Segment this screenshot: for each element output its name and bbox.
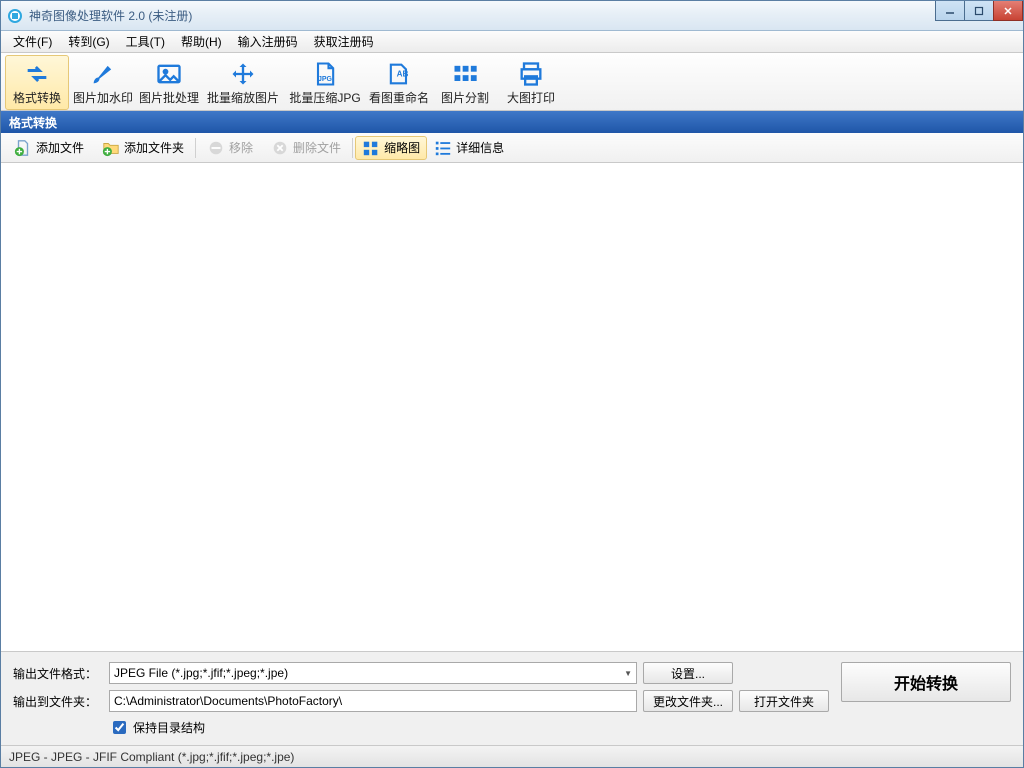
status-bar: JPEG - JPEG - JFIF Compliant (*.jpg;*.jf… [1,745,1023,767]
add-folder-button[interactable]: 添加文件夹 [93,136,193,160]
menu-tools[interactable]: 工具(T) [118,31,173,52]
grid-icon [451,58,479,89]
file-list-area[interactable] [1,163,1023,651]
status-text: JPEG - JPEG - JFIF Compliant (*.jpg;*.jf… [9,750,294,764]
toolbar-label: 看图重命名 [369,89,429,109]
tool-batch-process[interactable]: 图片批处理 [137,55,201,110]
chevron-down-icon: ▼ [624,669,632,678]
sub-toolbar: 添加文件 添加文件夹 移除 删除文件 缩略图 详细信息 [1,133,1023,163]
tool-batch-compress-jpg[interactable]: JPG 批量压缩JPG [285,55,365,110]
menu-help[interactable]: 帮助(H) [173,31,230,52]
title-bar: 神奇图像处理软件 2.0 (未注册) [1,1,1023,31]
remove-button: 移除 [198,136,262,160]
menu-get-reg[interactable]: 获取注册码 [306,31,382,52]
output-form: 输出文件格式： JPEG File (*.jpg;*.jfif;*.jpeg;*… [13,662,829,737]
detail-view-button[interactable]: 详细信息 [427,136,511,160]
printer-icon [517,58,545,89]
remove-label: 移除 [229,139,253,156]
tool-format-convert[interactable]: 格式转换 [5,55,69,110]
maximize-button[interactable] [964,1,994,21]
keep-dir-label: 保持目录结构 [133,719,205,736]
app-window: 神奇图像处理软件 2.0 (未注册) 文件(F) 转到(G) 工具(T) 帮助(… [0,0,1024,768]
convert-icon [23,58,51,89]
add-file-label: 添加文件 [36,139,84,156]
main-toolbar: 格式转换 图片加水印 图片批处理 批量缩放图片 JPG 批量压缩JPG AB 看… [1,53,1023,111]
thumbnail-view-button[interactable]: 缩略图 [355,136,427,160]
folder-plus-icon [102,139,120,157]
output-folder-label: 输出到文件夹： [13,693,103,710]
tool-batch-resize[interactable]: 批量缩放图片 [203,55,283,110]
output-format-value: JPEG File (*.jpg;*.jfif;*.jpeg;*.jpe) [114,666,288,680]
tool-image-split[interactable]: 图片分割 [433,55,497,110]
jpg-file-icon: JPG [311,58,339,89]
add-file-button[interactable]: 添加文件 [5,136,93,160]
image-icon [155,58,183,89]
minimize-button[interactable] [935,1,965,21]
toolbar-label: 大图打印 [507,89,555,109]
settings-button[interactable]: 设置... [643,662,733,684]
section-header: 格式转换 [1,111,1023,133]
keep-dir-checkbox[interactable] [113,721,126,734]
menu-bar: 文件(F) 转到(G) 工具(T) 帮助(H) 输入注册码 获取注册码 [1,31,1023,53]
thumbnail-icon [362,139,380,157]
svg-text:AB: AB [397,69,409,78]
output-format-label: 输出文件格式： [13,665,103,682]
thumbnail-label: 缩略图 [384,139,420,156]
output-format-combo[interactable]: JPEG File (*.jpg;*.jfif;*.jpeg;*.jpe) ▼ [109,662,637,684]
toolbar-label: 图片加水印 [73,89,133,109]
tool-rename-by-view[interactable]: AB 看图重命名 [367,55,431,110]
toolbar-label: 批量缩放图片 [207,89,279,109]
output-panel: 输出文件格式： JPEG File (*.jpg;*.jfif;*.jpeg;*… [1,651,1023,745]
close-button[interactable] [993,1,1023,21]
delete-files-label: 删除文件 [293,139,341,156]
add-folder-label: 添加文件夹 [124,139,184,156]
tool-big-print[interactable]: 大图打印 [499,55,563,110]
toolbar-label: 格式转换 [13,89,61,109]
toolbar-label: 批量压缩JPG [289,89,360,109]
section-title: 格式转换 [9,114,57,131]
file-plus-icon [14,139,32,157]
separator [195,138,196,158]
menu-enter-reg[interactable]: 输入注册码 [230,31,306,52]
app-icon [7,8,23,24]
remove-icon [207,139,225,157]
menu-goto[interactable]: 转到(G) [60,31,117,52]
list-icon [434,139,452,157]
resize-icon [229,58,257,89]
separator [352,138,353,158]
tool-add-watermark[interactable]: 图片加水印 [71,55,135,110]
output-folder-input[interactable] [109,690,637,712]
toolbar-label: 图片分割 [441,89,489,109]
open-folder-button[interactable]: 打开文件夹 [739,690,829,712]
delete-files-button: 删除文件 [262,136,350,160]
content-empty [13,163,1011,645]
window-buttons [936,1,1023,21]
change-folder-button[interactable]: 更改文件夹... [643,690,733,712]
svg-text:JPG: JPG [318,76,333,83]
menu-file[interactable]: 文件(F) [5,31,60,52]
start-convert-button[interactable]: 开始转换 [841,662,1011,702]
detail-label: 详细信息 [456,139,504,156]
window-title: 神奇图像处理软件 2.0 (未注册) [29,7,192,24]
rename-icon: AB [385,58,413,89]
brush-icon [89,58,117,89]
toolbar-label: 图片批处理 [139,89,199,109]
delete-icon [271,139,289,157]
